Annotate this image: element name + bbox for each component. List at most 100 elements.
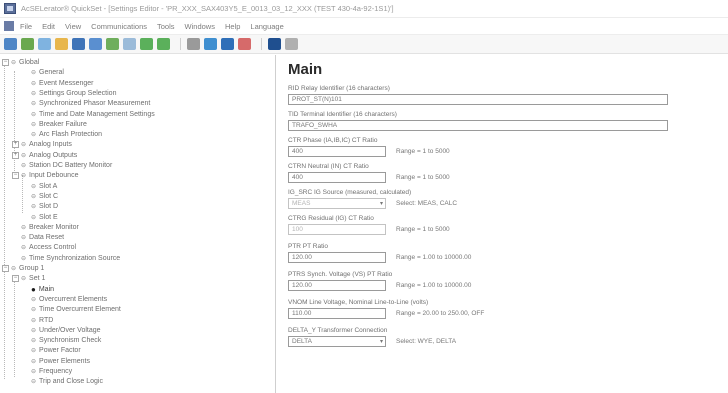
ctrn-input[interactable]: 400 bbox=[288, 172, 386, 183]
tree-node-overcurrent-elements[interactable]: ⊖ Overcurrent Elements bbox=[31, 295, 107, 304]
vnom-input[interactable]: 110.00 bbox=[288, 308, 386, 319]
toolbar-send-icon[interactable] bbox=[106, 38, 119, 50]
toolbar-open-icon[interactable] bbox=[21, 38, 34, 50]
tid-input[interactable]: TRAFO_SWHA bbox=[288, 120, 668, 131]
menu-view[interactable]: View bbox=[65, 22, 81, 31]
selected-node-icon: ● bbox=[31, 284, 36, 294]
tree-node-label: Time Synchronization Source bbox=[29, 254, 121, 262]
tree-node-synchronized-phasor-measurement[interactable]: ⊖ Synchronized Phasor Measurement bbox=[31, 99, 150, 108]
tree-node-access-control[interactable]: ⊖ Access Control bbox=[21, 243, 76, 252]
tree-node-label: Station DC Battery Monitor bbox=[29, 162, 113, 169]
ig-src-select[interactable]: MEAS ▾ bbox=[288, 198, 386, 209]
chevron-down-icon[interactable]: ▾ bbox=[380, 338, 383, 346]
ptr-input[interactable]: 120.00 bbox=[288, 252, 386, 263]
collapse-icon[interactable]: − bbox=[12, 172, 19, 180]
ctr-range-hint: Range = 1 to 5000 bbox=[396, 148, 450, 155]
rid-input[interactable]: PROT_ST(N)101 bbox=[288, 94, 668, 105]
tree-node-icon: ⊖ bbox=[31, 80, 37, 87]
tree-node-icon: ⊖ bbox=[31, 379, 37, 386]
menu-tools[interactable]: Tools bbox=[157, 22, 175, 31]
tree-guide-line bbox=[4, 267, 5, 377]
tree-node-synchronism-check[interactable]: ⊖ Synchronism Check bbox=[31, 336, 101, 345]
tree-node-icon: ⊖ bbox=[21, 142, 27, 149]
tree-node-slot-c[interactable]: ⊖ Slot C bbox=[31, 192, 58, 201]
tree-node-power-factor[interactable]: ⊖ Power Factor bbox=[31, 346, 81, 355]
tree-node-icon: ⊖ bbox=[31, 101, 37, 108]
toolbar-receive-icon[interactable] bbox=[123, 38, 136, 50]
expand-icon[interactable]: + bbox=[12, 151, 19, 159]
tree-node-label: Frequency bbox=[39, 368, 73, 375]
tree-node-trip-and-close-logic[interactable]: ⊖ Trip and Close Logic bbox=[31, 377, 103, 386]
expand-icon[interactable]: + bbox=[12, 141, 19, 149]
ctr-input[interactable]: 400 bbox=[288, 146, 386, 157]
chevron-down-icon[interactable]: ▾ bbox=[380, 200, 383, 208]
toolbar-folder-icon[interactable] bbox=[55, 38, 68, 50]
toolbar-settings-icon[interactable] bbox=[187, 38, 200, 50]
tree-node-label: Breaker Failure bbox=[39, 120, 87, 128]
menu-edit[interactable]: Edit bbox=[42, 22, 55, 31]
toolbar-terminal-icon[interactable] bbox=[204, 38, 217, 50]
tree-node-under-over-voltage[interactable]: ⊖ Under/Over Voltage bbox=[31, 326, 101, 335]
tree-node-icon: ⊖ bbox=[11, 60, 17, 66]
tree-node-label: Slot C bbox=[39, 192, 59, 200]
tree-node-event-messenger[interactable]: ⊖ Event Messenger bbox=[31, 79, 94, 88]
tree-node-rtd[interactable]: ⊖ RTD bbox=[31, 316, 53, 325]
menu-communications[interactable]: Communications bbox=[91, 22, 147, 31]
tree-node-slot-e[interactable]: ⊖ Slot E bbox=[31, 213, 58, 222]
document-icon[interactable] bbox=[4, 21, 14, 31]
tree-node-slot-d[interactable]: ⊖ Slot D bbox=[31, 202, 58, 211]
tree-node-time-and-date-management-settings[interactable]: ⊖ Time and Date Management Settings bbox=[31, 110, 155, 119]
tree-node-breaker-monitor[interactable]: ⊖ Breaker Monitor bbox=[21, 223, 79, 232]
menu-help[interactable]: Help bbox=[225, 22, 240, 31]
tree-node-settings-group-selection[interactable]: ⊖ Settings Group Selection bbox=[31, 89, 116, 98]
tree-node-analog-inputs[interactable]: + ⊖ Analog Inputs bbox=[12, 140, 72, 149]
tree-node-general[interactable]: ⊖ General bbox=[31, 68, 64, 77]
collapse-icon[interactable]: − bbox=[2, 265, 9, 272]
toolbar-read-icon[interactable] bbox=[38, 38, 51, 50]
tree-node-analog-outputs[interactable]: + ⊖ Analog Outputs bbox=[12, 151, 77, 160]
delta-y-select[interactable]: DELTA ▾ bbox=[288, 336, 386, 347]
ptrs-input[interactable]: 120.00 bbox=[288, 280, 386, 291]
menu-file[interactable]: File bbox=[20, 22, 32, 31]
tree-node-label: Slot D bbox=[39, 203, 59, 211]
toolbar-info-icon[interactable] bbox=[285, 38, 298, 50]
tree-node-icon: ⊖ bbox=[31, 121, 37, 128]
tree-node-main[interactable]: ● Main bbox=[31, 285, 54, 294]
tree-node-data-reset[interactable]: ⊖ Data Reset bbox=[21, 233, 64, 242]
toolbar-disconnect-icon[interactable] bbox=[157, 38, 170, 50]
ptr-label: PTR PT Ratio bbox=[288, 243, 328, 250]
tree-node-arc-flash-protection[interactable]: ⊖ Arc Flash Protection bbox=[31, 130, 102, 139]
tree-node-label: Input Debounce bbox=[29, 172, 79, 180]
collapse-icon[interactable]: − bbox=[2, 59, 9, 66]
menu-language[interactable]: Language bbox=[250, 22, 283, 31]
collapse-icon[interactable]: − bbox=[12, 275, 19, 283]
toolbar-stop-icon[interactable] bbox=[221, 38, 234, 50]
tree-node-time-overcurrent-element[interactable]: ⊖ Time Overcurrent Element bbox=[31, 305, 121, 314]
tree-node-label: Slot E bbox=[39, 213, 58, 221]
tree-node-label: Arc Flash Protection bbox=[39, 131, 103, 139]
tree-node-power-elements[interactable]: ⊖ Power Elements bbox=[31, 357, 90, 366]
menu-windows[interactable]: Windows bbox=[185, 22, 215, 31]
tree-node-time-synchronization-source[interactable]: ⊖ Time Synchronization Source bbox=[21, 254, 120, 263]
tree-node-icon: ⊖ bbox=[21, 224, 27, 231]
toolbar-connect-icon[interactable] bbox=[140, 38, 153, 50]
tree-node-breaker-failure[interactable]: ⊖ Breaker Failure bbox=[31, 120, 87, 129]
toolbar-save-as-icon[interactable] bbox=[89, 38, 102, 50]
tree-node-frequency[interactable]: ⊖ Frequency bbox=[31, 367, 72, 376]
toolbar-meter-icon[interactable] bbox=[238, 38, 251, 50]
ctrg-input[interactable]: 100 bbox=[288, 224, 386, 235]
toolbar-new-icon[interactable] bbox=[4, 38, 17, 50]
tree-node-station-dc-battery-monitor[interactable]: ⊖ Station DC Battery Monitor bbox=[21, 161, 112, 170]
tree-node-set-1[interactable]: − ⊖ Set 1 bbox=[12, 274, 45, 283]
tree-node-label: Data Reset bbox=[29, 234, 65, 242]
tree-node-icon: ⊖ bbox=[21, 245, 27, 252]
toolbar-help-icon[interactable] bbox=[268, 38, 281, 50]
tree-node-group-1[interactable]: − ⊖ Group 1 bbox=[2, 264, 44, 273]
ig-src-label: IG_SRC IG Source (measured, calculated) bbox=[288, 189, 412, 196]
tree-node-global[interactable]: − ⊖ Global bbox=[2, 58, 39, 67]
main-settings-panel: Main RID Relay Identifier (16 characters… bbox=[278, 55, 728, 393]
toolbar-save-icon[interactable] bbox=[72, 38, 85, 50]
tree-node-slot-a[interactable]: ⊖ Slot A bbox=[31, 182, 57, 191]
ptr-range-hint: Range = 1.00 to 10000.00 bbox=[396, 254, 472, 261]
tree-node-input-debounce[interactable]: − ⊖ Input Debounce bbox=[12, 171, 78, 180]
